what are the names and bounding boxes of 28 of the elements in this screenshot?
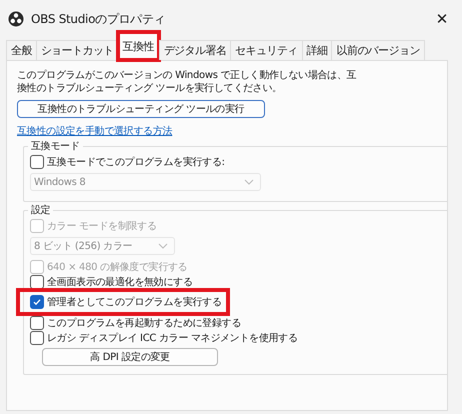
checkbox-label: 互換モードでこのプログラムを実行する:	[47, 156, 225, 168]
chevron-down-icon	[244, 179, 254, 185]
checkbox-label: 640 × 480 の解像度で実行する	[47, 260, 188, 274]
checkbox[interactable]	[30, 295, 44, 309]
checkbox[interactable]	[30, 274, 44, 288]
tab[interactable]: 全般	[6, 40, 37, 60]
checkbox-label: 全画面表示の最適化を無効にする	[47, 276, 193, 288]
checkbox-label: レガシ ディスプレイ ICC カラー マネジメントを使用する	[47, 332, 298, 344]
troubleshoot-button[interactable]: 互換性のトラブルシューティング ツールの実行	[17, 100, 265, 118]
dropdown: 8 ビット (256) カラー	[30, 237, 175, 255]
help-link[interactable]: 互換性の設定を手動で選択する方法	[17, 124, 439, 138]
chevron-down-icon	[158, 243, 168, 249]
checkbox[interactable]	[30, 330, 44, 344]
checkbox-label: このプログラムを再起動するために登録する	[47, 316, 242, 330]
window-title: OBS Studioのプロパティ	[31, 10, 166, 28]
tab[interactable]: 互換性	[116, 30, 161, 62]
dropdown: Windows 8	[30, 173, 261, 191]
checkbox-label: カラー モードを制限する	[47, 220, 157, 232]
tab[interactable]: 以前のバージョン	[331, 40, 425, 60]
intro-text: このプログラムがこのバージョンの Windows で正しく動作しない場合は、互換性のトラブルシューティング ツールを実行してください。	[17, 69, 358, 95]
checkbox[interactable]	[30, 154, 44, 168]
tab[interactable]: デジタル署名	[158, 40, 232, 60]
dpi-settings-button[interactable]: 高 DPI 設定の変更	[42, 348, 218, 366]
checkbox[interactable]	[30, 316, 44, 330]
app-icon	[8, 11, 24, 27]
check-icon	[32, 297, 42, 307]
checkbox-label: 管理者としてこのプログラムを実行する	[47, 296, 222, 309]
close-button[interactable]: ✕	[422, 2, 462, 36]
